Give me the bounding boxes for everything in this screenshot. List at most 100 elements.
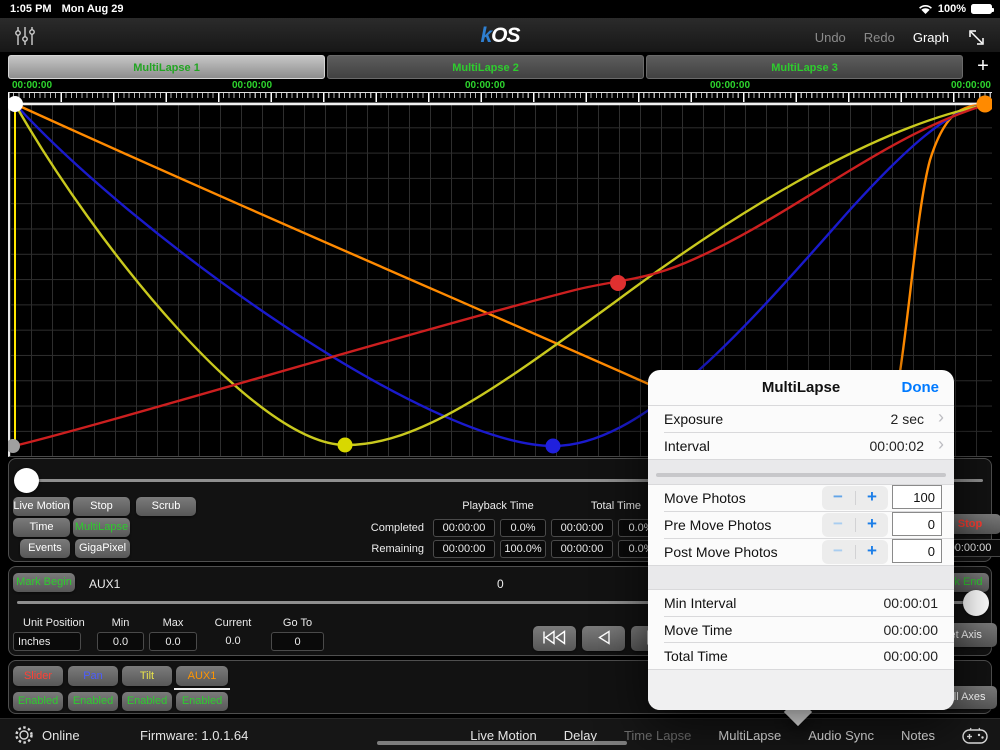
tab-multilapse-3[interactable]: MultiLapse 3 xyxy=(646,55,963,79)
step-back-button[interactable] xyxy=(582,626,625,651)
add-tab-button[interactable]: + xyxy=(972,55,994,79)
post-move-photos-stepper[interactable]: − + xyxy=(822,540,888,564)
bb-audio-sync[interactable]: Audio Sync xyxy=(808,728,874,743)
mode-live-motion-button[interactable]: Live Motion xyxy=(13,497,70,516)
remaining-label: Remaining xyxy=(371,543,424,555)
unit-select[interactable]: Inches xyxy=(13,632,81,651)
axis-aux1-button[interactable]: AUX1 xyxy=(176,666,228,686)
post-move-photos-field[interactable]: 0 xyxy=(892,539,942,563)
tab-multilapse-1[interactable]: MultiLapse 1 xyxy=(8,55,325,79)
mode-stop-motion-button[interactable]: Stop Motion xyxy=(73,497,130,531)
done-button[interactable]: Done xyxy=(902,379,940,396)
aux1-selected-underline xyxy=(174,688,230,690)
scrub-knob[interactable] xyxy=(14,468,39,493)
mode-events-button[interactable]: Events xyxy=(20,539,70,558)
total-time-value: 00:00:00 xyxy=(883,648,939,664)
mode-gigapixel-button[interactable]: GigaPixel xyxy=(75,539,130,558)
status-bar: 1:05 PM Mon Aug 29 100% xyxy=(0,0,1000,18)
tab-multilapse-2[interactable]: MultiLapse 2 xyxy=(327,55,644,79)
keyframe-dot-blue[interactable] xyxy=(545,438,561,454)
keyframe-dot-red[interactable] xyxy=(610,275,626,291)
current-value: 0.0 xyxy=(225,635,241,647)
total-time-label: Total Time xyxy=(664,648,728,664)
axis-slider-button[interactable]: Slider xyxy=(13,666,63,686)
position-knob[interactable] xyxy=(963,590,989,616)
clock: 1:05 PM xyxy=(10,3,52,15)
aux1-enabled-toggle[interactable]: Enabled xyxy=(176,692,228,711)
bb-notes[interactable]: Notes xyxy=(901,728,935,743)
mode-scrub-button[interactable]: Scrub xyxy=(136,497,196,516)
plus-button[interactable]: + xyxy=(856,514,888,534)
max-header: Max xyxy=(162,617,184,629)
wifi-icon xyxy=(918,4,932,14)
completed-playback-time: 00:00:00 xyxy=(433,519,495,537)
pre-move-photos-field[interactable]: 0 xyxy=(892,512,942,536)
undo-button[interactable]: Undo xyxy=(815,30,846,45)
chevron-right-icon: › xyxy=(938,407,944,427)
timeline-label: 00:00:00 xyxy=(465,80,506,91)
move-photos-field[interactable]: 100 xyxy=(892,485,942,509)
timeline-label: 00:00:00 xyxy=(950,80,991,91)
controller-icon[interactable] xyxy=(962,727,988,744)
axis-pan-button[interactable]: Pan xyxy=(68,666,118,686)
firmware-version: Firmware: 1.0.1.64 xyxy=(140,728,249,743)
bottom-bar: Online Firmware: 1.0.1.64 Live Motion De… xyxy=(0,718,1000,750)
bb-time-lapse[interactable]: Time Lapse xyxy=(624,728,691,743)
move-time-label: Move Time xyxy=(664,622,733,638)
keyframe-dot-gray[interactable] xyxy=(8,439,20,453)
minus-button[interactable]: − xyxy=(822,541,854,561)
plus-button[interactable]: + xyxy=(856,487,888,507)
min-header: Min xyxy=(111,617,130,629)
interval-row[interactable]: Interval 00:00:02 › xyxy=(648,433,954,459)
pre-move-photos-label: Pre Move Photos xyxy=(664,517,772,533)
battery-percent: 100% xyxy=(937,3,966,15)
post-move-photos-label: Post Move Photos xyxy=(664,544,778,560)
timeline-label: 00:00:00 xyxy=(12,80,53,91)
multilapse-tab-bar: MultiLapse 1 MultiLapse 2 MultiLapse 3 + xyxy=(0,55,1000,80)
move-photos-stepper[interactable]: − + xyxy=(822,486,888,510)
plus-button[interactable]: + xyxy=(856,541,888,561)
axis-tilt-button[interactable]: Tilt xyxy=(122,666,172,686)
online-status: Online xyxy=(42,728,80,743)
go-to-field[interactable]: 0 xyxy=(271,632,324,651)
tilt-enabled-toggle[interactable]: Enabled xyxy=(122,692,172,711)
home-indicator[interactable] xyxy=(377,741,627,745)
pre-move-photos-stepper[interactable]: − + xyxy=(822,513,888,537)
remaining-total-time: 00:00:00 xyxy=(551,540,613,558)
pan-enabled-toggle[interactable]: Enabled xyxy=(68,692,118,711)
remaining-playback-time: 00:00:00 xyxy=(433,540,495,558)
keyframe-dot-yellow[interactable] xyxy=(337,437,353,453)
date: Mon Aug 29 xyxy=(61,3,124,15)
max-field[interactable]: 0.0 xyxy=(149,632,197,651)
selected-axis-name: AUX1 xyxy=(89,577,121,591)
timeline-label: 00:00:00 xyxy=(710,80,751,91)
skip-to-begin-button[interactable] xyxy=(533,626,576,651)
popover-section-gap xyxy=(648,459,954,485)
minus-button[interactable]: − xyxy=(822,487,854,507)
mode-time-lapse-button[interactable]: Time Lapse xyxy=(13,518,70,552)
interval-label: Interval xyxy=(664,438,710,454)
total-time-row: Total Time 00:00:00 xyxy=(648,643,954,669)
mark-begin-button[interactable]: Mark Begin xyxy=(13,573,75,592)
pre-move-photos-row: Pre Move Photos − + 0 xyxy=(648,512,954,538)
min-field[interactable]: 0.0 xyxy=(97,632,144,651)
min-interval-row: Min Interval 00:00:01 xyxy=(648,590,954,616)
completed-total-time: 00:00:00 xyxy=(551,519,613,537)
exposure-label: Exposure xyxy=(664,411,724,427)
mode-multilapse-button[interactable]: MultiLapse xyxy=(73,518,130,537)
status-gear-icon xyxy=(15,726,33,744)
post-move-photos-row: Post Move Photos − + 0 xyxy=(648,539,954,565)
exposure-row[interactable]: Exposure 2 sec › xyxy=(648,406,954,432)
move-time-value: 00:00:00 xyxy=(883,622,939,638)
bb-multilapse[interactable]: MultiLapse xyxy=(718,728,781,743)
min-interval-label: Min Interval xyxy=(664,595,737,611)
graph-button[interactable]: Graph xyxy=(913,30,949,45)
redo-button[interactable]: Redo xyxy=(864,30,895,45)
keyframe-dot-orange[interactable] xyxy=(976,95,993,113)
minus-button[interactable]: − xyxy=(822,514,854,534)
move-photos-row: Move Photos − + 100 xyxy=(648,485,954,511)
exposure-value: 2 sec xyxy=(890,411,924,427)
go-to-header: Go To xyxy=(282,617,313,629)
expand-icon[interactable] xyxy=(967,28,986,47)
slider-enabled-toggle[interactable]: Enabled xyxy=(13,692,63,711)
